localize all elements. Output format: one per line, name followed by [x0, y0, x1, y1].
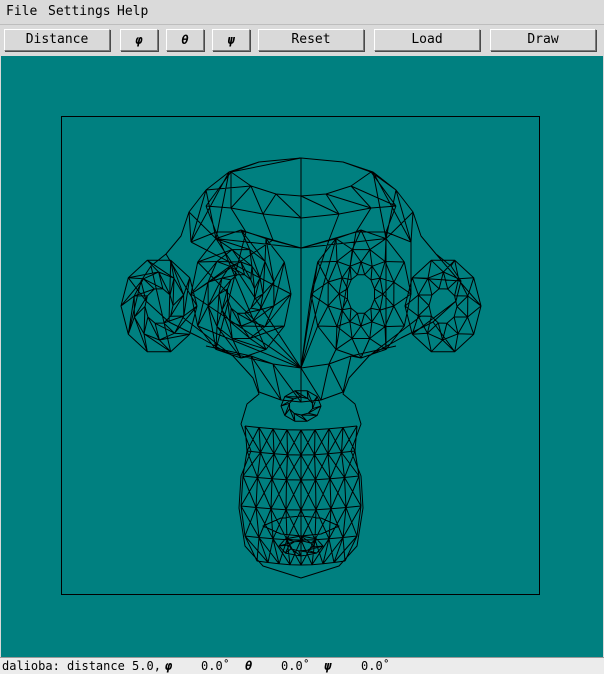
status-psi-value: 0.0˚ — [361, 659, 390, 673]
status-psi-symbol: ψ — [324, 659, 332, 673]
status-bar: dalioba: distance 5.0, φ 0.0˚ θ 0.0˚ ψ 0… — [0, 657, 604, 674]
status-text: dalioba: distance 5.0, — [2, 659, 161, 673]
status-theta-symbol: θ — [245, 659, 253, 673]
reset-button[interactable]: Reset — [258, 29, 364, 51]
status-theta-value: 0.0˚ — [281, 659, 310, 673]
distance-button[interactable]: Distance — [4, 29, 110, 51]
status-phi-symbol: φ — [165, 659, 173, 673]
status-phi-value: 0.0˚ — [201, 659, 230, 673]
menu-bar: File Settings Help — [0, 0, 604, 25]
menu-help[interactable]: Help — [117, 4, 148, 20]
app-window: File Settings Help Distance φ θ ψ Reset … — [0, 0, 604, 674]
toolbar: Distance φ θ ψ Reset Load Draw — [0, 25, 604, 56]
theta-button[interactable]: θ — [166, 29, 204, 51]
wireframe-edges — [120, 157, 482, 579]
menu-file[interactable]: File — [6, 4, 37, 20]
load-button[interactable]: Load — [374, 29, 480, 51]
drawing-canvas[interactable] — [1, 56, 603, 657]
menu-settings[interactable]: Settings — [48, 4, 111, 20]
draw-button[interactable]: Draw — [490, 29, 596, 51]
wireframe-model — [120, 157, 482, 579]
phi-button[interactable]: φ — [120, 29, 158, 51]
psi-button[interactable]: ψ — [212, 29, 250, 51]
